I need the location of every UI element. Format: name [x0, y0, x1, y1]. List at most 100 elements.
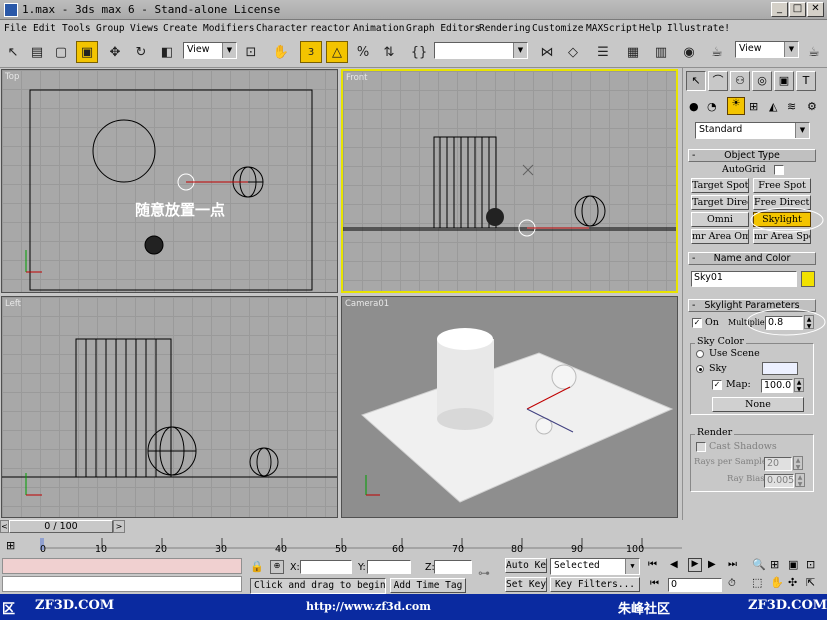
motion-tab-icon[interactable]: ◎ — [752, 71, 772, 91]
bias-spinner-arrows[interactable]: ▲ ▼ — [795, 473, 805, 488]
trackbar-filter-icon[interactable]: ⊞ — [6, 539, 15, 552]
free-spot-button[interactable]: Free Spot — [753, 178, 811, 193]
menu-customize[interactable]: Customize — [532, 23, 583, 34]
absolute-mode-icon[interactable]: ⊕ — [270, 560, 284, 574]
lights-category-icon[interactable]: ☀ — [727, 97, 745, 115]
window-crossing-icon[interactable]: ▣ — [76, 41, 98, 63]
object-type-header[interactable]: - Object Type — [688, 149, 816, 162]
modify-tab-icon[interactable]: ⌒ — [708, 71, 728, 91]
previous-frame-icon[interactable]: ◀ — [670, 559, 678, 570]
menu-views[interactable]: Views — [130, 23, 159, 34]
auto-key-button[interactable]: Auto Key — [505, 558, 547, 573]
map-amount-spinner[interactable]: 100.0 — [761, 379, 793, 393]
menu-tools[interactable]: Tools — [62, 23, 91, 34]
select-move-icon[interactable]: ✥ — [104, 41, 126, 63]
lock-selection-icon[interactable]: 🔒 — [250, 560, 264, 573]
menu-help[interactable]: Help — [639, 23, 662, 34]
display-tab-icon[interactable]: ▣ — [774, 71, 794, 91]
shapes-category-icon[interactable]: ◔ — [707, 100, 717, 113]
zoom-icon[interactable]: 🔍 — [752, 558, 766, 571]
mirror-icon[interactable]: ⋈ — [536, 41, 558, 63]
key-mode-dropdown[interactable]: Selected ▼ — [550, 558, 640, 575]
select-object-icon[interactable]: ↖ — [2, 41, 24, 63]
menu-create[interactable]: Create — [163, 23, 197, 34]
percent-snap-icon[interactable]: % — [352, 41, 374, 63]
angle-snap-icon[interactable]: △ — [326, 41, 348, 63]
zoom-extents-all-icon[interactable]: ⊡ — [806, 558, 815, 571]
reference-coord-dropdown[interactable]: View ▼ — [183, 42, 237, 59]
track-bar[interactable] — [40, 536, 682, 553]
select-scale-icon[interactable]: ◧ — [156, 41, 178, 63]
pivot-center-icon[interactable]: ⊡ — [240, 41, 262, 63]
spinner-snap-icon[interactable]: ⇅ — [378, 41, 400, 63]
menu-group[interactable]: Group — [96, 23, 125, 34]
go-to-start-icon[interactable]: ⏮ — [648, 559, 657, 570]
render-type-dropdown[interactable]: View ▼ — [735, 41, 799, 58]
sky-color-swatch[interactable] — [762, 362, 798, 375]
minimize-button[interactable]: _ — [771, 2, 788, 17]
edit-named-selection-icon[interactable]: {} — [408, 41, 430, 63]
helpers-category-icon[interactable]: ◭ — [769, 100, 777, 113]
app-icon[interactable] — [4, 3, 18, 17]
target-spot-button[interactable]: Target Spot — [691, 178, 749, 193]
key-filters-button[interactable]: Key Filters... — [550, 577, 640, 592]
omni-button[interactable]: Omni — [691, 212, 749, 227]
manipulate-icon[interactable]: ✋ — [270, 41, 292, 63]
time-configuration-icon[interactable]: ⏱ — [728, 578, 736, 589]
menu-rendering[interactable]: Rendering — [479, 23, 530, 34]
y-coordinate-field[interactable] — [367, 560, 411, 574]
named-selection-dropdown[interactable]: ▼ — [434, 42, 528, 59]
category-dropdown[interactable]: Standard ▼ — [695, 122, 810, 139]
rays-per-sample-spinner[interactable]: 20 — [764, 457, 792, 471]
snap-toggle-icon[interactable]: 3 — [300, 41, 322, 63]
maximize-button[interactable]: □ — [789, 2, 806, 17]
arc-rotate-icon[interactable]: ✣ — [788, 576, 797, 589]
rays-spinner-arrows[interactable]: ▲ ▼ — [793, 456, 803, 471]
cameras-category-icon[interactable]: ⊞ — [749, 100, 758, 113]
region-select-icon[interactable]: ▢ — [50, 41, 72, 63]
zoom-all-icon[interactable]: ⊞ — [770, 558, 779, 571]
key-mode-toggle-icon[interactable]: ⏮ — [650, 578, 659, 589]
track-view-icon[interactable]: ▦ — [622, 41, 644, 63]
object-color-swatch[interactable] — [801, 271, 815, 287]
align-icon[interactable]: ◇ — [562, 41, 584, 63]
current-frame-field[interactable]: 0 — [668, 578, 722, 592]
time-slider-prev-icon[interactable]: < — [0, 520, 9, 533]
autogrid-checkbox[interactable] — [774, 165, 784, 175]
create-tab-icon[interactable]: ↖ — [686, 71, 706, 91]
map-checkbox[interactable]: ✓ — [712, 380, 722, 390]
systems-category-icon[interactable]: ⚙ — [807, 100, 817, 113]
menu-character[interactable]: Character — [256, 23, 307, 34]
maxscript-listener-white[interactable] — [2, 576, 242, 592]
time-slider[interactable]: 0 / 100 — [9, 520, 113, 533]
next-frame-icon[interactable]: ▶ — [708, 559, 716, 570]
time-slider-next-icon[interactable]: > — [113, 520, 125, 533]
menu-graph-editors[interactable]: Graph Editors — [406, 23, 480, 34]
go-to-end-icon[interactable]: ⏭ — [728, 559, 737, 570]
viewport-front[interactable]: Front — [341, 69, 678, 293]
render-scene-icon[interactable]: ☕ — [706, 41, 728, 63]
viewport-camera[interactable]: Camera01 — [341, 296, 678, 518]
map-spinner-arrows[interactable]: ▲ ▼ — [794, 378, 804, 393]
viewport-top[interactable]: Top 随意放置一点 — [1, 69, 338, 293]
menu-maxscript[interactable]: MAXScript — [586, 23, 637, 34]
menu-illustrate[interactable]: Illustrate! — [667, 23, 730, 34]
layer-manager-icon[interactable]: ☰ — [592, 41, 614, 63]
ray-bias-spinner[interactable]: 0.005 — [764, 474, 794, 488]
menu-file[interactable]: File — [4, 23, 27, 34]
set-key-button[interactable]: Set Key — [505, 577, 547, 592]
z-coordinate-field[interactable] — [434, 560, 472, 574]
map-none-button[interactable]: None — [712, 397, 804, 412]
close-button[interactable]: ✕ — [807, 2, 824, 17]
add-time-tag-button[interactable]: Add Time Tag — [390, 578, 466, 593]
name-color-header[interactable]: - Name and Color — [688, 252, 816, 265]
mr-area-omni-button[interactable]: mr Area Omni — [691, 229, 749, 244]
region-zoom-icon[interactable]: ⬚ — [752, 576, 762, 589]
hierarchy-tab-icon[interactable]: ⚇ — [730, 71, 750, 91]
menu-edit[interactable]: Edit — [33, 23, 56, 34]
material-editor-icon[interactable]: ◉ — [678, 41, 700, 63]
menu-reactor[interactable]: reactor — [310, 23, 350, 34]
geometry-category-icon[interactable]: ● — [689, 100, 699, 113]
menu-animation[interactable]: Animation — [353, 23, 404, 34]
schematic-view-icon[interactable]: ▥ — [650, 41, 672, 63]
